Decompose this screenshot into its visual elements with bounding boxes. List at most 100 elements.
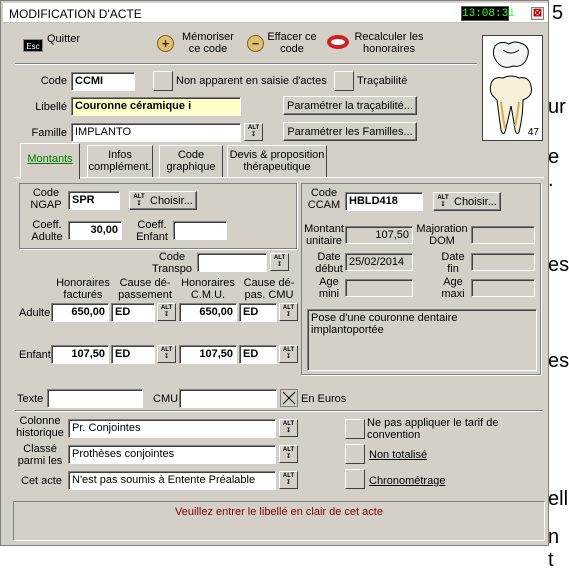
tab-infos-complement[interactable]: Infos complément. (87, 145, 153, 177)
classe-parmi-label: Classé parmi les (17, 443, 63, 467)
adulte-honoraires-field[interactable]: 650,00 (51, 303, 109, 322)
quitter-button[interactable]: Esc Quitter (23, 33, 83, 57)
choisir-label: Choisir... (454, 195, 497, 208)
code-transpo-label: Code Transpo (152, 251, 192, 275)
ne-pas-appliquer-checkbox[interactable] (345, 419, 365, 439)
col-cause-depassement-cmu: Cause dé- pas. CMU (243, 277, 295, 301)
ne-pas-appliquer-label: Ne pas appliquer le tarif de convention (367, 417, 499, 441)
ccam-choisir-button[interactable]: ALT ↧ Choisir... (433, 192, 501, 211)
window-title: MODIFICATION D'ACTE (9, 7, 142, 21)
famille-field[interactable]: IMPLANTO (71, 123, 241, 142)
modification-acte-window: MODIFICATION D'ACTE 13:08:31 ⊠ Esc Quitt… (0, 0, 549, 546)
recalculer-button[interactable]: Recalculer les honoraires (327, 31, 427, 59)
code-transpo-field[interactable] (197, 253, 267, 272)
col-honoraires-factures: Honoraires facturés (56, 277, 110, 301)
memoriser-button[interactable]: + Mémoriser ce code (157, 31, 241, 59)
age-mini-field (345, 279, 413, 297)
non-apparent-label: Non apparent en saisie d'actes (176, 75, 327, 87)
tab-montants[interactable]: Montants (20, 143, 80, 179)
enfant-cmu-field[interactable]: 107,50 (179, 345, 237, 364)
montant-unitaire-label: Montant unitaire (304, 223, 344, 247)
tooth-number: 47 (527, 127, 539, 138)
coeff-adulte-field[interactable]: 30,00 (68, 221, 122, 240)
col-honoraires-cmu: Honoraires C.M.U. (181, 277, 235, 301)
clock: 13:08:31 (461, 6, 515, 21)
enfant-cause-cmu-field[interactable]: ED (239, 345, 277, 364)
code-field[interactable]: CCMI (71, 72, 135, 91)
date-debut-label: Date début (315, 251, 343, 275)
close-button[interactable]: ⊠ (531, 7, 544, 20)
famille-alt-button[interactable]: ALT ↧ (244, 123, 263, 141)
quitter-label: Quitter (47, 33, 81, 45)
adulte-cause-cmu-alt-button[interactable]: ALT ↧ (279, 303, 298, 321)
chronometrage-label: Chronométrage (369, 475, 446, 487)
date-fin-label: Date fin (441, 251, 465, 275)
background-text: ell (548, 488, 569, 510)
en-euros-checkbox[interactable] (280, 389, 298, 407)
effacer-button[interactable]: − Effacer ce code (247, 31, 319, 59)
colonne-historique-field[interactable]: Pr. Conjointes (68, 419, 276, 438)
enfant-cause-alt-button[interactable]: ALT ↧ (157, 345, 176, 363)
age-maxi-label: Age maxi (441, 276, 465, 300)
ccam-description: Pose d'une couronne dentaire implantopor… (307, 309, 537, 371)
background-text: es (548, 254, 569, 276)
adulte-cause-field[interactable]: ED (111, 303, 155, 322)
libelle-label: Libellé (35, 101, 67, 113)
code-transpo-alt-button[interactable]: ALT ↧ (270, 253, 289, 271)
adulte-label: Adulte (19, 307, 51, 319)
code-label: Code (40, 75, 67, 87)
tracabilite-label: Traçabilité (357, 75, 408, 87)
date-fin-field (471, 253, 535, 271)
majoration-dom-field (471, 226, 535, 244)
age-maxi-field (471, 279, 535, 297)
code-ngap-field[interactable]: SPR (68, 191, 120, 210)
effacer-label: Effacer ce code (267, 31, 317, 55)
status-message: Veuillez entrer le libellé en clair de c… (175, 506, 383, 518)
parametrer-familles-button[interactable]: Paramétrer les Familles... (283, 122, 417, 141)
tab-code-graphique[interactable]: Code graphique (159, 145, 223, 177)
adulte-cause-alt-button[interactable]: ALT ↧ (157, 303, 176, 321)
classe-parmi-field[interactable]: Prothèses conjointes (68, 445, 276, 464)
background-text: 5 (552, 2, 564, 24)
code-ccam-field[interactable]: HBLD418 (345, 192, 423, 211)
chronometrage-checkbox[interactable] (345, 469, 365, 489)
adulte-cause-cmu-field[interactable]: ED (239, 303, 277, 322)
cmu-label: CMU (153, 393, 179, 405)
enfant-cause-field[interactable]: ED (111, 345, 155, 364)
enfant-cause-cmu-alt-button[interactable]: ALT ↧ (279, 345, 298, 363)
parametrer-tracabilite-button[interactable]: Paramétrer la traçabilité... (283, 96, 417, 115)
ngap-choisir-button[interactable]: ALT ↧ Choisir... (129, 191, 197, 210)
cmu-field[interactable] (179, 389, 277, 408)
libelle-field[interactable]: Couronne céramique i (71, 97, 241, 116)
memoriser-label: Mémoriser ce code (182, 31, 234, 55)
separator (15, 410, 543, 412)
status-bar: Veuillez entrer le libellé en clair de c… (13, 501, 545, 541)
cet-acte-label: Cet acte (21, 475, 62, 487)
code-ccam-label: Code CCAM (307, 187, 341, 211)
en-euros-label: En Euros (301, 393, 347, 405)
tracabilite-checkbox[interactable] (334, 71, 354, 91)
background-text: es (548, 350, 569, 372)
esc-key-icon: Esc (23, 39, 43, 52)
cet-acte-alt-button[interactable]: ALT ↧ (279, 471, 298, 489)
adulte-cmu-field[interactable]: 650,00 (179, 303, 237, 322)
texte-field[interactable] (47, 389, 143, 408)
separator (15, 63, 477, 65)
x-mark-icon (282, 391, 296, 405)
non-apparent-checkbox[interactable] (153, 71, 173, 91)
majoration-dom-label: Majoration DOM (416, 223, 468, 247)
enfant-honoraires-field[interactable]: 107,50 (51, 345, 109, 364)
non-totalise-checkbox[interactable] (345, 444, 365, 464)
alt-icon: ALT ↧ (133, 193, 145, 207)
famille-label: Famille (31, 127, 67, 139)
alt-icon: ALT ↧ (437, 194, 449, 208)
colonne-historique-alt-button[interactable]: ALT ↧ (279, 419, 298, 437)
coeff-enfant-field[interactable] (173, 221, 227, 240)
col-cause-depassement: Cause dé- passement (118, 277, 172, 301)
cet-acte-field[interactable]: N'est pas soumis à Entente Préalable (68, 471, 276, 490)
classe-parmi-alt-button[interactable]: ALT ↧ (279, 445, 298, 463)
code-ngap-label: Code NGAP (30, 187, 62, 211)
background-text: n t (548, 526, 560, 571)
tab-devis-proposition[interactable]: Devis & proposition thérapeutique (227, 145, 327, 177)
coeff-enfant-label: Coeff. Enfant (136, 219, 168, 243)
